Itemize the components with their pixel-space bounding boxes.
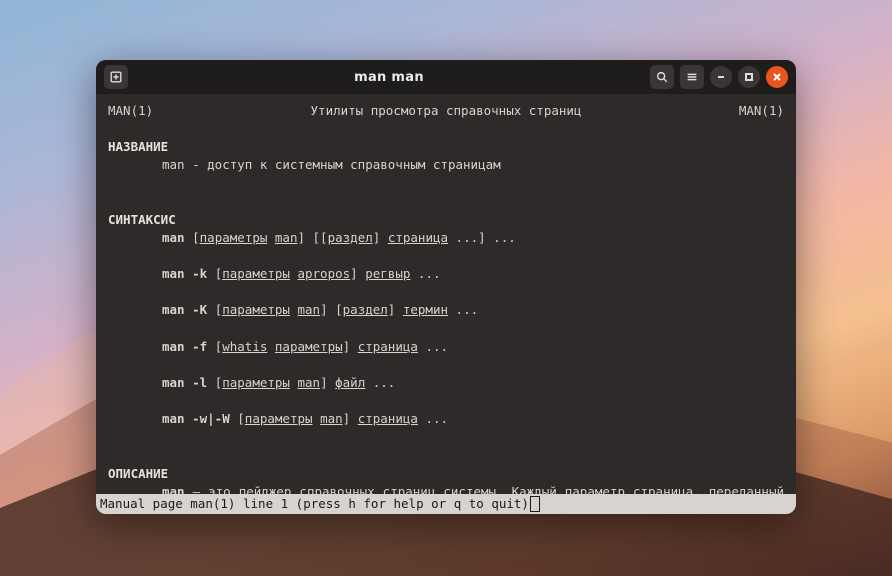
status-text: Manual page man(1) line 1 (press h for h… <box>100 494 529 514</box>
new-tab-button[interactable] <box>104 65 128 89</box>
section-synopsis-heading: СИНТАКСИС <box>108 212 176 227</box>
synopsis-line: man -l [параметры man] файл ... <box>162 374 784 392</box>
section-name-body: man - доступ к системным справочным стра… <box>162 156 784 174</box>
desktop-wallpaper: man man MAN(1)Утилиты просмотра <box>0 0 892 576</box>
maximize-button[interactable] <box>738 66 760 88</box>
man-status-line: Manual page man(1) line 1 (press h for h… <box>96 494 796 514</box>
man-header-right: MAN(1) <box>739 102 784 120</box>
section-description-heading: ОПИСАНИЕ <box>108 466 168 481</box>
synopsis-line: man -w|-W [параметры man] страница ... <box>162 410 784 428</box>
close-icon <box>772 72 782 82</box>
minimize-icon <box>716 72 726 82</box>
search-button[interactable] <box>650 65 674 89</box>
terminal-window: man man MAN(1)Утилиты просмотра <box>96 60 796 514</box>
synopsis-line: man -f [whatis параметры] страница ... <box>162 338 784 356</box>
window-titlebar[interactable]: man man <box>96 60 796 94</box>
terminal-content[interactable]: MAN(1) Утилиты просмотра справочных стран… <box>96 94 796 494</box>
cursor <box>530 496 540 512</box>
section-name-heading: НАЗВАНИЕ <box>108 139 168 154</box>
man-header-line: MAN(1) Утилиты просмотра справочных стран… <box>108 102 784 120</box>
man-header-center: Утилиты просмотра справочных страниц <box>311 102 582 120</box>
window-title: man man <box>128 70 650 85</box>
synopsis-line: man -k [параметры apropos] регвыр ... <box>162 265 784 283</box>
new-tab-icon <box>109 70 123 84</box>
section-description-body: man — это пейджер справочных страниц сис… <box>162 483 784 494</box>
maximize-icon <box>744 72 754 82</box>
man-header-left: MAN(1) <box>108 102 153 120</box>
menu-button[interactable] <box>680 65 704 89</box>
hamburger-icon <box>685 70 699 84</box>
search-icon <box>655 70 669 84</box>
synopsis-line: man [параметры man] [[раздел] страница .… <box>162 229 784 247</box>
close-button[interactable] <box>766 66 788 88</box>
synopsis-line: man -K [параметры man] [раздел] термин .… <box>162 301 784 319</box>
minimize-button[interactable] <box>710 66 732 88</box>
